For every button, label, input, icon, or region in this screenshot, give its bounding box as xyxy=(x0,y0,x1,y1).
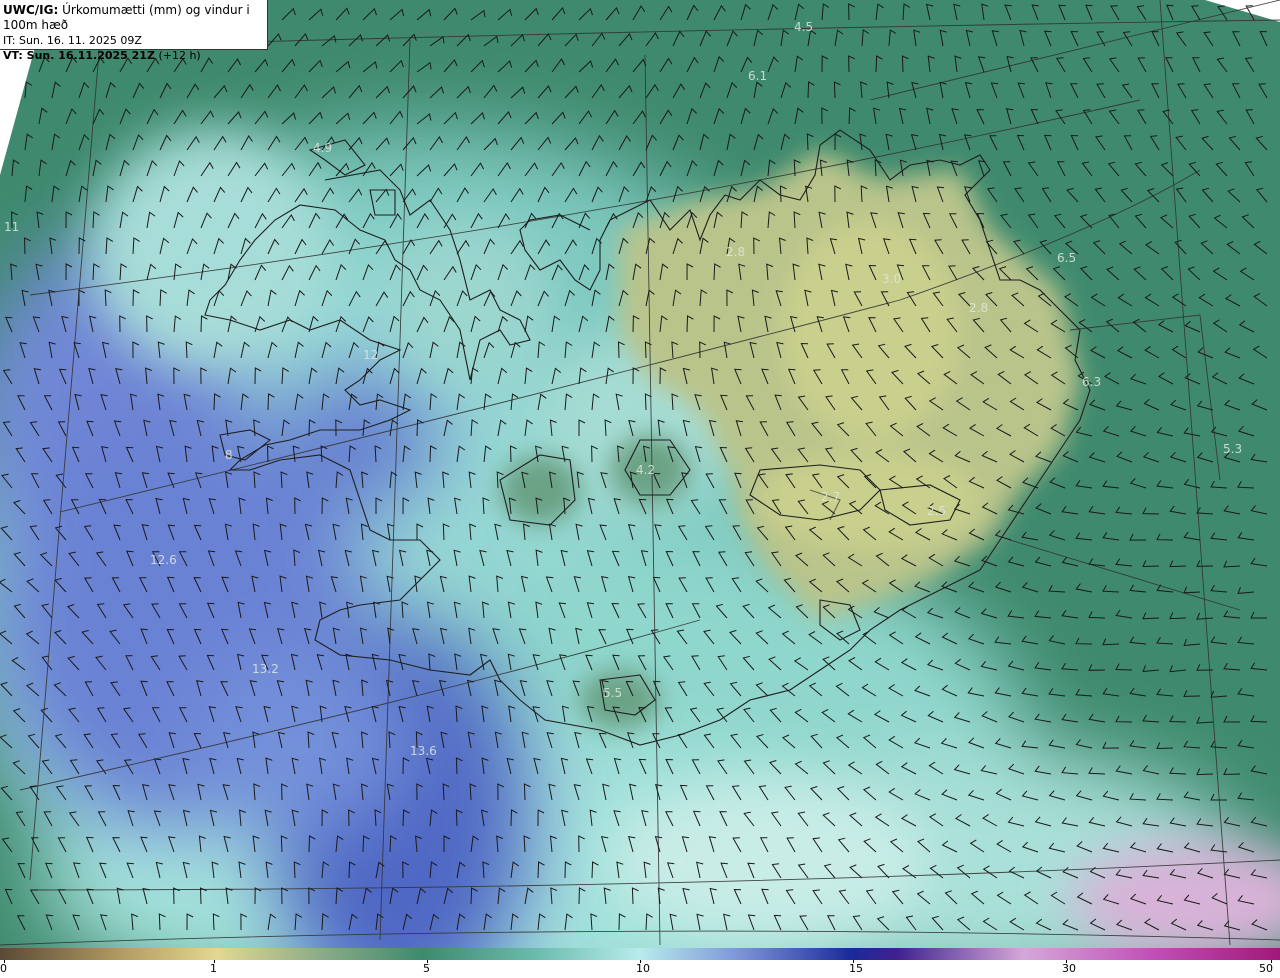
value-label-v27: 2.7 xyxy=(821,490,841,504)
value-label-v63: 6.3 xyxy=(1082,375,1102,389)
value-label-v61: 6.1 xyxy=(748,69,768,83)
value-label-v8: 8 xyxy=(225,448,233,462)
colorbar-tick-label: 0 xyxy=(0,962,7,975)
value-label-v28b: 2.8 xyxy=(969,301,989,315)
forecast-map: UWC/IG: Úrkomumætti (mm) og vindur i 100… xyxy=(0,0,1280,978)
map-title-box: UWC/IG: Úrkomumætti (mm) og vindur i 100… xyxy=(0,0,268,62)
value-label-v65: 6.5 xyxy=(1057,251,1077,265)
value-label-v11: 11 xyxy=(4,220,20,234)
title-line: UWC/IG: Úrkomumætti (mm) og vindur i 100… xyxy=(3,3,264,33)
colorbar-tick-label: 1 xyxy=(210,962,217,975)
value-label-v136: 13.6 xyxy=(410,744,437,758)
colorbar-tick-label: 15 xyxy=(849,962,863,975)
colorbar-gradient xyxy=(0,948,1280,960)
value-label-v25: 2.5 xyxy=(927,504,947,518)
value-label-v132: 13.2 xyxy=(252,662,279,676)
value-label-v42: 4.2 xyxy=(636,463,656,477)
colorbar-tick-label: 50 xyxy=(1259,962,1273,975)
value-label-v49: 4.9 xyxy=(313,141,333,155)
colorbar xyxy=(0,948,1280,960)
value-label-v28a: 2.8 xyxy=(726,245,746,259)
colorbar-tick-label: 10 xyxy=(636,962,650,975)
init-time: IT: Sun. 16. 11. 2025 09Z xyxy=(3,34,142,47)
valid-offset: (+12 h) xyxy=(158,49,201,62)
colorbar-tick-label: 5 xyxy=(423,962,430,975)
value-label-v126: 12.6 xyxy=(150,553,177,567)
value-label-v12: 12 xyxy=(363,348,379,362)
value-label-v30: 3.0 xyxy=(882,272,902,286)
value-label-v53: 5.3 xyxy=(1223,442,1243,456)
colorbar-labels: 0 1 5 10 15 30 50 xyxy=(0,962,1280,978)
valid-time-line: VT: Sun. 16.11.2025 21Z (+12 h) xyxy=(3,48,264,63)
value-label-v45: 4.5 xyxy=(794,20,814,34)
valid-time: VT: Sun. 16.11.2025 21Z xyxy=(3,49,155,62)
colorbar-tick-label: 30 xyxy=(1062,962,1076,975)
model-tag: UWC/IG: xyxy=(3,3,59,17)
value-label-v55: 5.5 xyxy=(603,686,623,700)
